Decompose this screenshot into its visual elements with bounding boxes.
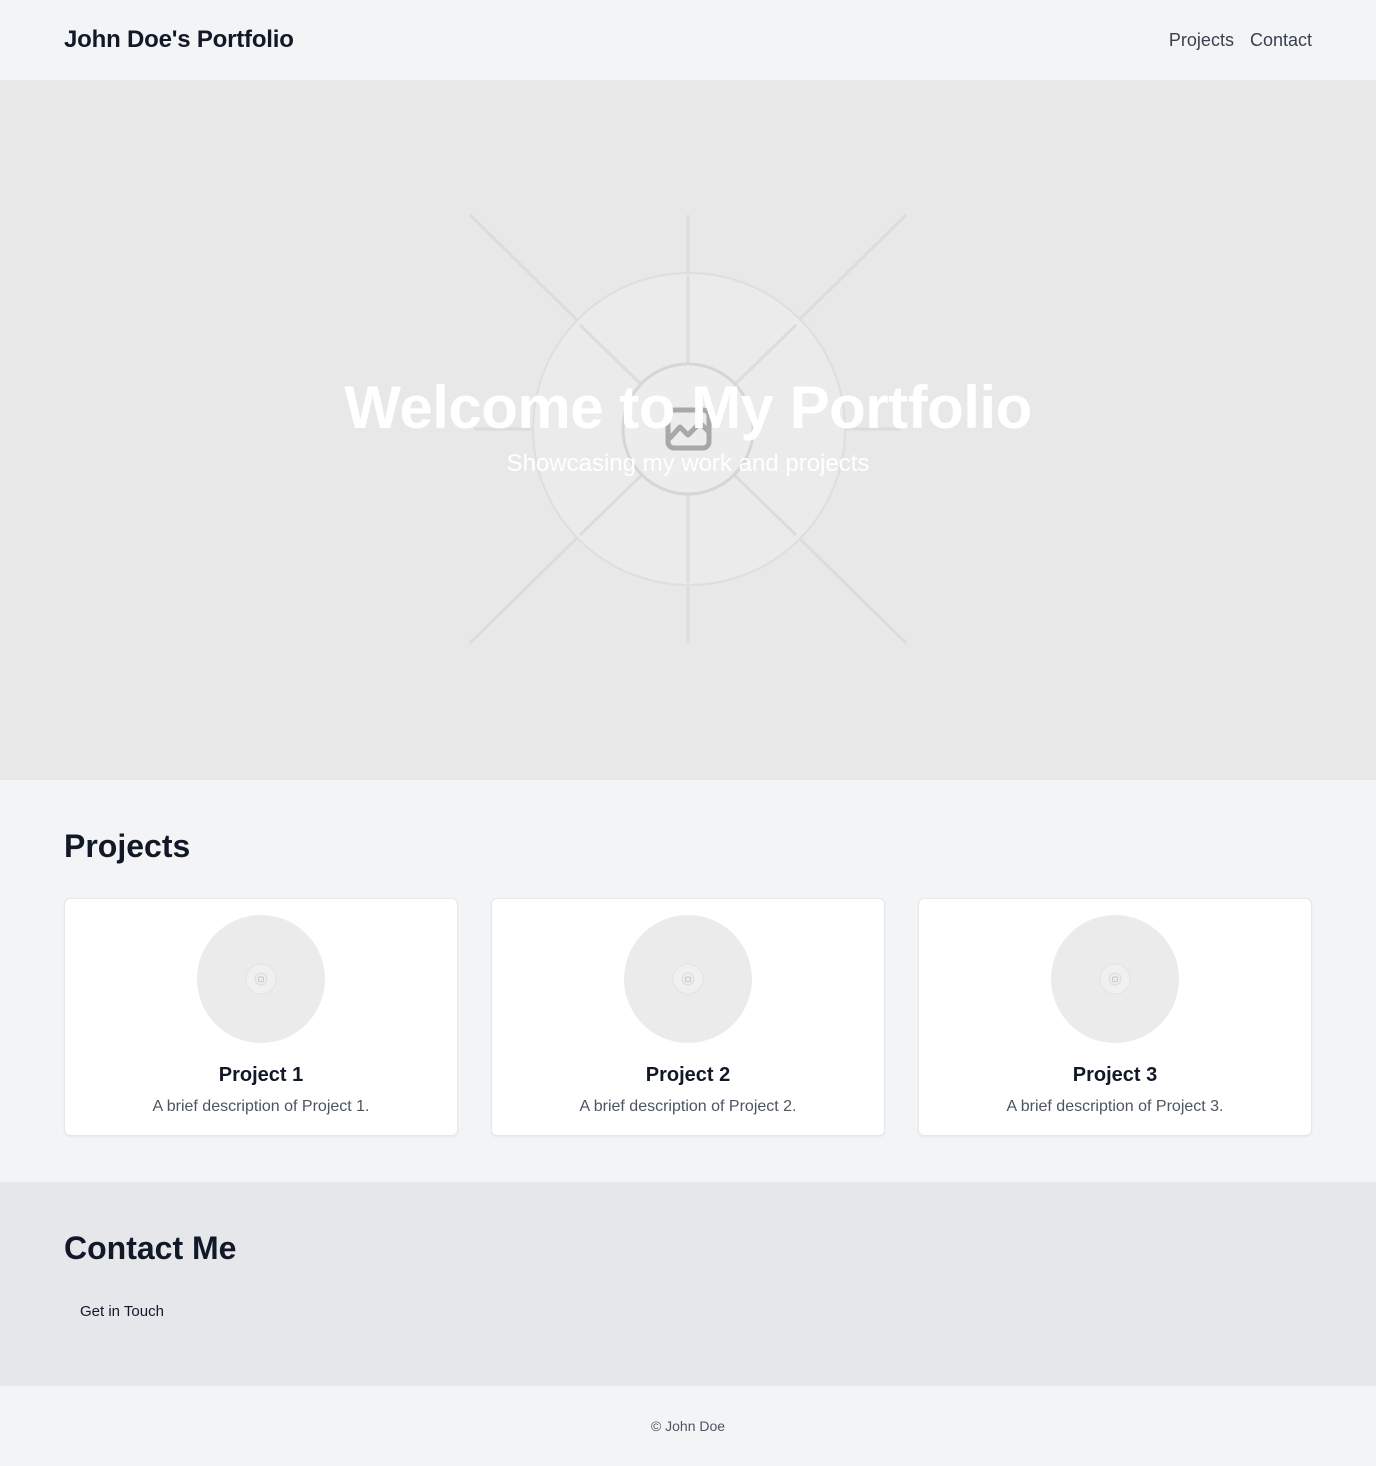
get-in-touch-button[interactable]: Get in Touch <box>64 1302 180 1322</box>
project-cards: Project 1 A brief description of Project… <box>64 898 1312 1136</box>
projects-section: Projects Project 1 A brief description o… <box>0 780 1376 1182</box>
contact-section: Contact Me Get in Touch <box>0 1182 1376 1386</box>
project-image <box>624 915 752 1043</box>
projects-heading: Projects <box>64 828 191 864</box>
main-nav: Projects Contact <box>1169 30 1312 51</box>
project-card[interactable]: Project 2 A brief description of Project… <box>491 898 885 1136</box>
project-image <box>1051 915 1179 1043</box>
hero-text: Welcome to My Portfolio Showcasing my wo… <box>0 372 1376 480</box>
image-placeholder-icon <box>672 963 704 995</box>
image-placeholder-icon <box>245 963 277 995</box>
contact-heading: Contact Me <box>64 1230 237 1266</box>
site-header: John Doe's Portfolio Projects Contact <box>0 0 1376 80</box>
image-placeholder-icon <box>1099 963 1131 995</box>
nav-link-contact[interactable]: Contact <box>1250 30 1312 51</box>
hero-subtitle: Showcasing my work and projects <box>506 450 870 477</box>
project-card[interactable]: Project 1 A brief description of Project… <box>64 898 458 1136</box>
project-description: A brief description of Project 3. <box>1006 1098 1224 1115</box>
site-footer: © John Doe <box>0 1386 1376 1466</box>
project-title: Project 3 <box>1072 1064 1158 1086</box>
project-card[interactable]: Project 3 A brief description of Project… <box>918 898 1312 1136</box>
hero-section: Welcome to My Portfolio Showcasing my wo… <box>0 80 1376 780</box>
project-description: A brief description of Project 1. <box>152 1098 370 1115</box>
project-title: Project 1 <box>218 1064 304 1086</box>
project-description: A brief description of Project 2. <box>579 1098 797 1115</box>
project-image <box>197 915 325 1043</box>
footer-copyright: © John Doe <box>650 1418 726 1434</box>
nav-link-projects[interactable]: Projects <box>1169 30 1234 51</box>
project-title: Project 2 <box>645 1064 731 1086</box>
site-brand[interactable]: John Doe's Portfolio <box>64 26 294 54</box>
hero-title: Welcome to My Portfolio <box>344 374 1032 441</box>
